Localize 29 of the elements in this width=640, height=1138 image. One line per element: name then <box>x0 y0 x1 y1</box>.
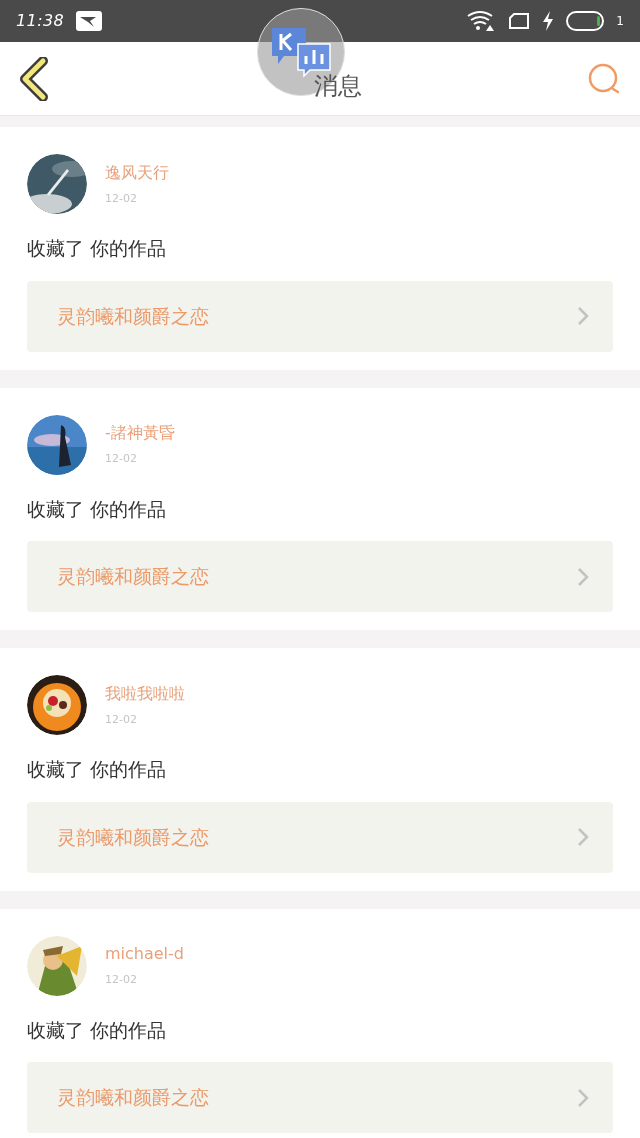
work-link[interactable]: 灵韵曦和颜爵之恋 <box>27 801 613 873</box>
work-link[interactable]: 灵韵曦和颜爵之恋 <box>27 280 613 352</box>
chevron-right-icon <box>577 827 589 847</box>
message-date: 12-02 <box>105 972 138 989</box>
page-title: 消息 <box>314 70 362 102</box>
charging-icon <box>542 11 555 31</box>
chevron-right-icon <box>577 306 589 326</box>
wifi-icon <box>466 10 497 32</box>
image-notification-icon <box>76 11 103 31</box>
chevron-right-icon <box>577 566 589 587</box>
chevron-right-icon <box>577 1087 589 1108</box>
status-time: 11:38 <box>16 10 65 32</box>
work-link[interactable]: 灵韵曦和颜爵之恋 <box>27 541 613 612</box>
message-text: 收藏了 你的作品 <box>27 1017 168 1043</box>
user-name[interactable]: michael-d <box>105 942 184 967</box>
message-date: 12-02 <box>105 711 138 728</box>
message-date: 12-02 <box>105 451 138 468</box>
battery-level-text: 1 <box>616 13 624 30</box>
battery-icon <box>566 11 605 31</box>
user-name[interactable]: 逸风天行 <box>105 160 169 185</box>
message-text: 收藏了 你的作品 <box>27 236 168 261</box>
sim-card-icon <box>508 12 531 30</box>
user-name[interactable]: 我啦我啦啦 <box>105 681 185 706</box>
message-text: 收藏了 你的作品 <box>27 496 168 522</box>
message-text: 收藏了 你的作品 <box>27 757 168 782</box>
search-icon <box>587 61 621 96</box>
work-link[interactable]: 灵韵曦和颜爵之恋 <box>27 1062 613 1133</box>
user-name[interactable]: -諸神黃昏 <box>105 421 175 446</box>
message-date: 12-02 <box>105 190 138 207</box>
